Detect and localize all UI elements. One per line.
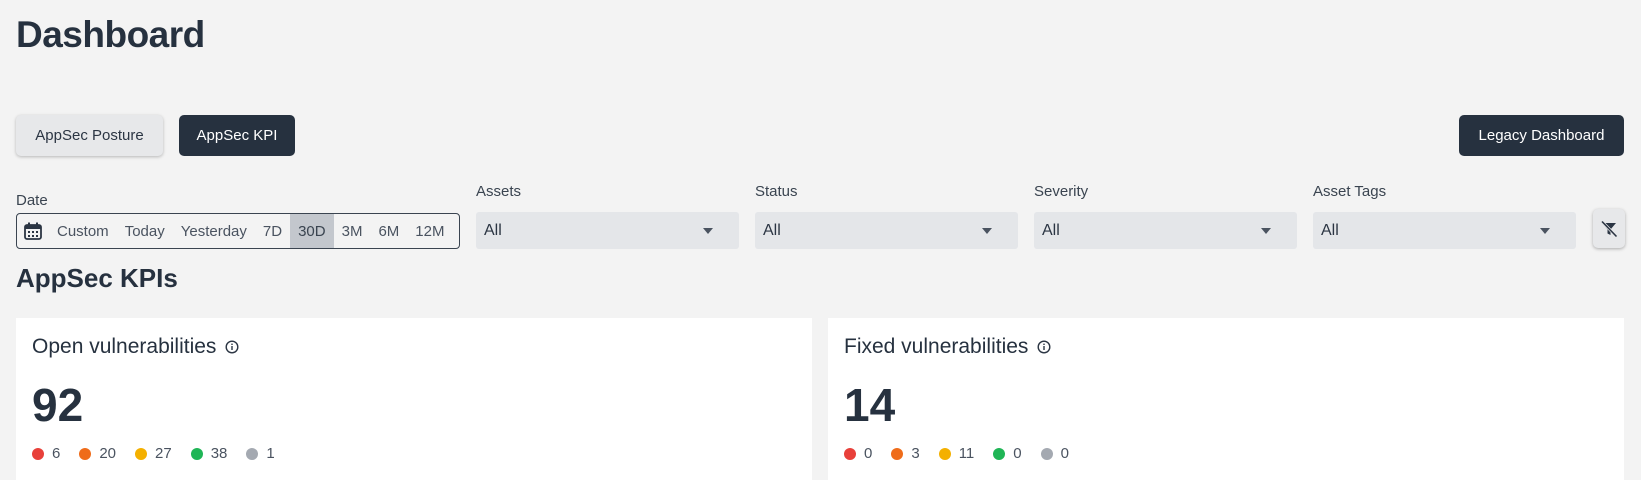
date-option-custom[interactable]: Custom (49, 214, 117, 248)
high-dot (79, 447, 92, 460)
caret-down-icon (1261, 227, 1271, 234)
fixed-vulnerabilities-count: 14 (844, 379, 896, 431)
info-dot (1040, 447, 1053, 460)
asset-tags-select-value: All (1321, 221, 1339, 239)
info-count: 0 (1060, 445, 1069, 462)
date-option-yesterday[interactable]: Yesterday (173, 214, 255, 248)
clear-filters-button[interactable] (1593, 209, 1625, 248)
severity-high: 20 (79, 445, 116, 462)
severity-high: 3 (891, 445, 920, 462)
assets-label: Assets (476, 183, 522, 200)
severity-critical: 6 (32, 445, 60, 462)
card-title: Open vulnerabilities (32, 335, 239, 359)
caret-down-icon (982, 227, 992, 234)
status-select[interactable]: All (755, 212, 1018, 249)
card-title: Fixed vulnerabilities (844, 335, 1051, 359)
severity-info: 1 (246, 445, 275, 462)
date-option-3m[interactable]: 3M (334, 214, 371, 248)
tab-appsec-posture[interactable]: AppSec Posture (16, 115, 163, 156)
open-vulnerabilities-card: Open vulnerabilities 92 6 20 27 38 1 (16, 318, 812, 480)
assets-select[interactable]: All (476, 212, 739, 249)
severity-low: 0 (993, 445, 1022, 462)
low-count: 0 (1013, 445, 1022, 462)
info-icon[interactable] (225, 340, 239, 354)
filter-off-icon (1600, 219, 1618, 238)
page-title: Dashboard (16, 14, 205, 55)
severity-breakdown: 0 3 11 0 0 (844, 445, 1088, 462)
date-option-30d[interactable]: 30D (290, 214, 334, 248)
date-option-7d[interactable]: 7D (255, 214, 290, 248)
severity-select-value: All (1042, 221, 1060, 239)
open-vulnerabilities-title: Open vulnerabilities (32, 335, 217, 358)
date-label: Date (16, 192, 48, 209)
severity-low: 38 (190, 445, 228, 462)
section-title: AppSec KPIs (16, 263, 178, 293)
calendar-icon[interactable] (17, 214, 49, 248)
low-count: 38 (210, 445, 228, 462)
low-dot (190, 447, 203, 460)
medium-count: 11 (958, 445, 975, 462)
critical-dot (844, 447, 856, 460)
medium-count: 27 (155, 445, 172, 462)
severity-medium: 11 (938, 445, 975, 462)
caret-down-icon (1540, 227, 1550, 234)
legacy-dashboard-button[interactable]: Legacy Dashboard (1459, 115, 1624, 156)
status-label: Status (755, 183, 798, 200)
severity-info: 0 (1040, 445, 1069, 462)
date-option-12m[interactable]: 12M (407, 214, 452, 248)
low-dot (993, 447, 1006, 460)
high-count: 3 (911, 445, 920, 462)
severity-critical: 0 (844, 445, 872, 462)
medium-dot (135, 447, 148, 460)
high-count: 20 (99, 445, 117, 462)
info-count: 1 (266, 445, 275, 462)
info-dot (246, 447, 259, 460)
medium-dot (938, 447, 951, 460)
caret-down-icon (703, 227, 713, 234)
date-option-today[interactable]: Today (117, 214, 173, 248)
assets-select-value: All (484, 221, 502, 239)
severity-medium: 27 (135, 445, 172, 462)
date-option-6m[interactable]: 6M (370, 214, 407, 248)
date-range-selector: Custom Today Yesterday 7D 30D 3M 6M 12M (16, 213, 460, 249)
critical-count: 6 (52, 445, 61, 462)
severity-select[interactable]: All (1034, 212, 1297, 249)
critical-dot (32, 447, 44, 460)
asset-tags-select[interactable]: All (1313, 212, 1576, 249)
high-dot (891, 447, 904, 460)
severity-label: Severity (1034, 183, 1089, 200)
open-vulnerabilities-count: 92 (32, 379, 84, 431)
critical-count: 0 (864, 445, 873, 462)
status-select-value: All (763, 221, 781, 239)
tab-appsec-kpi[interactable]: AppSec KPI (179, 115, 295, 156)
asset-tags-label: Asset Tags (1313, 183, 1387, 200)
fixed-vulnerabilities-card: Fixed vulnerabilities 14 0 3 11 0 0 (828, 318, 1624, 480)
severity-breakdown: 6 20 27 38 1 (32, 445, 294, 462)
fixed-vulnerabilities-title: Fixed vulnerabilities (844, 335, 1029, 358)
info-icon[interactable] (1037, 340, 1051, 354)
